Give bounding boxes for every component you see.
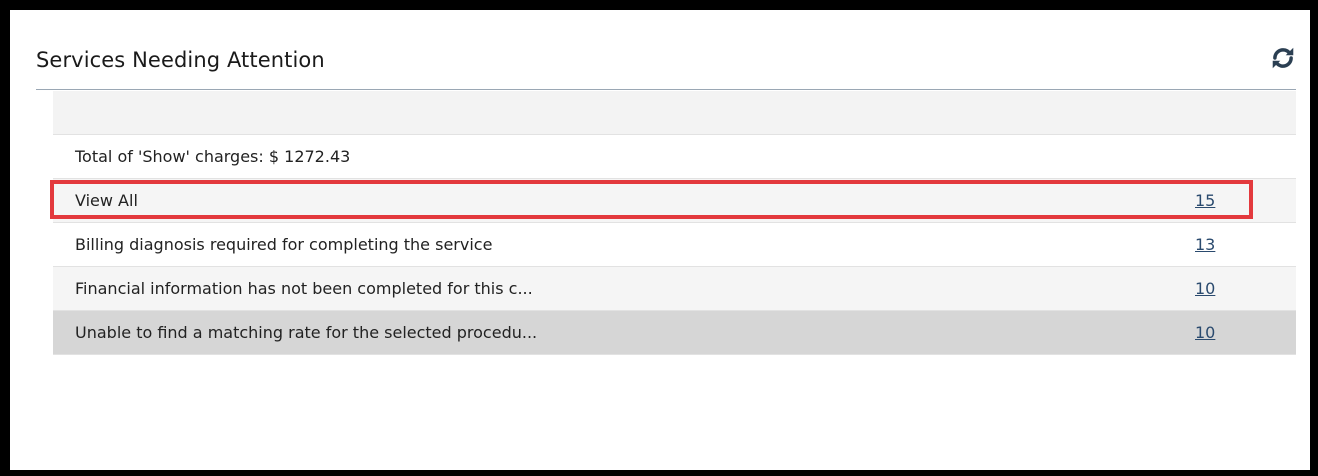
refresh-icon[interactable]	[1270, 45, 1296, 71]
list-item-label: Billing diagnosis required for completin…	[75, 235, 493, 254]
summary-row: Total of 'Show' charges: $ 1272.43	[53, 135, 1296, 179]
list-item-matching-rate[interactable]: Unable to find a matching rate for the s…	[53, 311, 1296, 355]
list-item-count-link[interactable]: 13	[1195, 235, 1215, 254]
list-item-billing-diagnosis[interactable]: Billing diagnosis required for completin…	[53, 223, 1296, 267]
attention-grid: Total of 'Show' charges: $ 1272.43 View …	[53, 91, 1296, 355]
list-item-count-link[interactable]: 10	[1195, 323, 1215, 342]
list-item-count-link[interactable]: 10	[1195, 279, 1215, 298]
list-item-label: Unable to find a matching rate for the s…	[75, 323, 538, 342]
list-item-label: View All	[75, 191, 138, 210]
widget-header: Services Needing Attention	[36, 10, 1296, 90]
list-item-view-all[interactable]: View All 15	[53, 179, 1296, 223]
list-item-financial-info[interactable]: Financial information has not been compl…	[53, 267, 1296, 311]
widget-title: Services Needing Attention	[36, 48, 325, 72]
list-item-label: Financial information has not been compl…	[75, 279, 533, 298]
total-charges-label: Total of 'Show' charges: $ 1272.43	[75, 147, 351, 166]
grid-header-row	[53, 91, 1296, 135]
widget-panel: Services Needing Attention Total of 'Sho…	[10, 10, 1310, 470]
list-item-count-link[interactable]: 15	[1195, 191, 1215, 210]
